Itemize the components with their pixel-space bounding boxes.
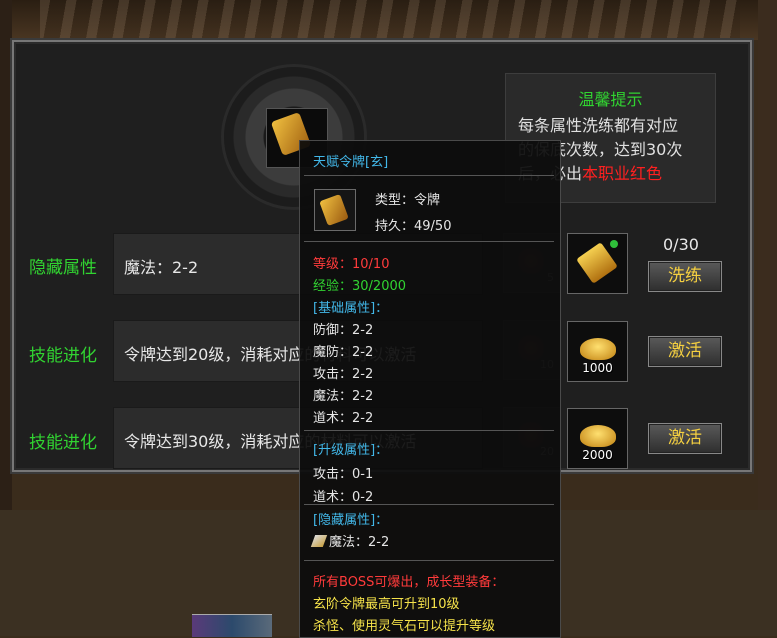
ingot-slot-1[interactable]: 1000 <box>567 321 628 382</box>
tooltip-divider <box>304 504 554 505</box>
tooltip-divider <box>304 241 554 242</box>
hidden-attr-text: 魔法：2-2 <box>124 258 199 277</box>
tooltip-item-icon <box>314 189 356 231</box>
gold-ingot-icon <box>580 425 616 447</box>
row-label-skill-evolve-1: 技能进化 <box>29 346 97 366</box>
tooltip-base-attr: 攻击：2-2 <box>313 367 374 382</box>
tooltip-base-attr: 道术：2-2 <box>313 411 374 426</box>
activate-button-2[interactable]: 激活 <box>648 423 722 454</box>
tooltip-upgrade-header: [升级属性]： <box>313 443 389 458</box>
ingot-count: 1000 <box>582 361 613 375</box>
ingot-slot-2[interactable]: 2000 <box>567 408 628 469</box>
activate-button-1[interactable]: 激活 <box>648 336 722 367</box>
refine-count: 0/30 <box>663 235 699 254</box>
tooltip-note-red: 所有BOSS可爆出，成长型装备： <box>313 575 505 590</box>
tooltip-hidden-value: 魔法：2-2 <box>329 535 390 550</box>
dragon-ornament <box>40 0 740 40</box>
gold-bar-icon <box>576 242 618 284</box>
token-icon <box>319 194 349 226</box>
tip-highlight: 本职业红色 <box>582 164 663 183</box>
row-label-skill-evolve-2: 技能进化 <box>29 433 97 453</box>
gold-ingot-icon <box>580 338 616 360</box>
tooltip-level: 等级：10/10 <box>313 257 390 272</box>
tooltip-divider <box>304 175 554 176</box>
green-gem-icon <box>610 240 618 248</box>
tooltip-base-attr: 魔防：2-2 <box>313 345 374 360</box>
tooltip-divider <box>304 430 554 431</box>
refine-item-slot[interactable] <box>567 233 628 294</box>
ingot-count: 2000 <box>582 448 613 462</box>
tooltip-exp: 经验：30/2000 <box>313 279 407 294</box>
tooltip-upgrade-attr: 攻击：0-1 <box>313 467 374 482</box>
skill-bar[interactable] <box>192 614 272 637</box>
tooltip-divider <box>304 560 554 561</box>
tooltip-base-header: [基础属性]： <box>313 301 389 316</box>
tooltip-type: 类型：令牌 <box>375 193 441 208</box>
refine-button[interactable]: 洗练 <box>648 261 722 292</box>
tooltip-title: 天赋令牌[玄] <box>313 155 389 170</box>
item-tooltip: 天赋令牌[玄] 类型：令牌 持久：49/50 等级：10/10 经验：30/20… <box>299 140 561 638</box>
tip-line: 每条属性洗练都有对应 <box>518 116 679 135</box>
quill-icon <box>310 535 328 547</box>
tip-title: 温馨提示 <box>578 90 643 109</box>
tooltip-upgrade-attr: 道术：0-2 <box>313 490 374 505</box>
tooltip-note: 杀怪、使用灵气石可以提升等级 <box>313 619 496 634</box>
tooltip-hidden-header: [隐藏属性]： <box>313 513 389 528</box>
tooltip-note: 玄阶令牌最高可升到10级 <box>313 597 460 612</box>
tooltip-base-attr: 防御：2-2 <box>313 323 374 338</box>
row-label-hidden-attr: 隐藏属性 <box>29 258 97 278</box>
tooltip-hidden-attr: 魔法：2-2 <box>310 531 390 550</box>
tooltip-base-attr: 魔法：2-2 <box>313 389 374 404</box>
tooltip-durability: 持久：49/50 <box>375 219 452 234</box>
